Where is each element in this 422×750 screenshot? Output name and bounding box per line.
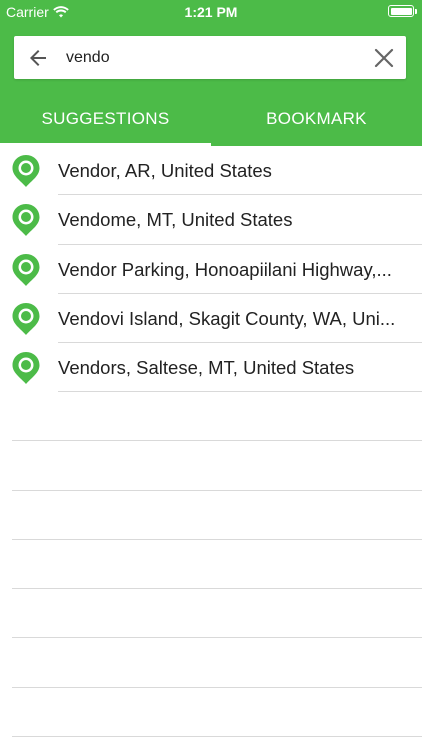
list-item-label: Vendors, Saltese, MT, United States: [58, 357, 355, 379]
arrow-left-icon: [30, 50, 46, 66]
list-item[interactable]: Vendovi Island, Skagit County, WA, Uni..…: [0, 294, 422, 344]
tab-label: SUGGESTIONS: [41, 109, 170, 128]
list-item-label: Vendovi Island, Skagit County, WA, Uni..…: [58, 307, 396, 329]
tab-bookmark[interactable]: BOOKMARK: [211, 92, 422, 146]
header: Carrier 1:21 PM vendo SUGGESTIONS BOOKMA…: [0, 0, 422, 146]
list-item[interactable]: Vendome, MT, United States: [0, 195, 422, 245]
empty-row: [0, 638, 422, 688]
empty-row: [0, 688, 422, 738]
location-pin-icon: [12, 253, 40, 286]
battery-icon: [388, 5, 417, 17]
list-item[interactable]: Vendor Parking, Honoapiilani Highway,...: [0, 245, 422, 294]
empty-row: [0, 392, 422, 442]
location-pin-icon: [12, 302, 40, 335]
tab-label: BOOKMARK: [266, 109, 367, 128]
empty-row: [0, 441, 422, 491]
close-icon: [374, 48, 394, 68]
search-input[interactable]: [66, 44, 366, 72]
tab-suggestions[interactable]: SUGGESTIONS: [0, 92, 211, 146]
list-item[interactable]: Vendors, Saltese, MT, United States: [0, 343, 422, 393]
empty-row: [0, 540, 422, 590]
list-item-label: Vendor, AR, United States: [58, 160, 272, 181]
back-button[interactable]: [22, 42, 54, 74]
divider: [12, 736, 422, 738]
app-screen: Carrier 1:21 PM vendo SUGGESTIONS BOOKMA…: [0, 0, 422, 750]
list-item-label: Vendome, MT, United States: [58, 209, 293, 231]
empty-row: [0, 589, 422, 639]
empty-row: [0, 491, 422, 540]
location-pin-icon: [12, 155, 40, 187]
status-time: 1:21 PM: [184, 4, 238, 20]
list-item-label: Vendor Parking, Honoapiilani Highway,...: [58, 258, 392, 280]
clear-search-button[interactable]: [368, 42, 400, 74]
empty-list-area: [0, 392, 422, 738]
location-pin-icon: [12, 204, 40, 237]
tab-bar: SUGGESTIONS BOOKMARK: [0, 92, 422, 146]
search-bar: [14, 36, 406, 79]
suggestion-list: Vendor, AR, United States Vendome, MT, U…: [0, 146, 422, 393]
list-item[interactable]: Vendor, AR, United States: [0, 146, 422, 196]
status-bar: Carrier 1:21 PM: [0, 0, 422, 24]
location-pin-icon: [12, 352, 40, 385]
